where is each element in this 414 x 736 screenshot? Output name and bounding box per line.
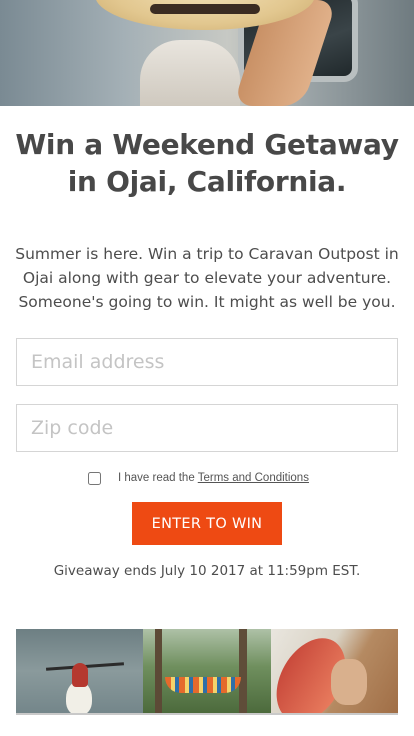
hat-band <box>150 4 260 14</box>
tank-top <box>140 40 240 106</box>
terms-label: I have read the <box>118 472 195 484</box>
canoe-photo <box>271 629 398 713</box>
kayaker <box>72 663 88 687</box>
person-on-dock <box>331 659 367 705</box>
giveaway-deadline: Giveaway ends July 10 2017 at 11:59pm ES… <box>53 563 361 579</box>
hammock-photo <box>143 629 271 713</box>
tree-trunk <box>239 629 247 713</box>
terms-row: I have read the Terms and Conditions <box>88 468 309 488</box>
terms-checkbox[interactable] <box>88 471 101 485</box>
footer-divider <box>16 713 398 715</box>
title-line-1: Win a Weekend Getaway <box>15 128 399 161</box>
zip-field[interactable] <box>16 404 398 452</box>
hero-image <box>0 0 414 106</box>
terms-link[interactable]: Terms and Conditions <box>198 472 309 484</box>
intro-text: Summer is here. Win a trip to Caravan Ou… <box>15 245 399 311</box>
photo-gallery <box>16 629 398 713</box>
enter-to-win-button[interactable]: ENTER TO WIN <box>132 502 282 545</box>
page-title: Win a Weekend Getaway in Ojai, Californi… <box>0 126 414 200</box>
hammock <box>165 677 241 693</box>
kayak-photo <box>16 629 143 713</box>
tree-trunk <box>155 629 162 713</box>
title-line-2: in Ojai, California. <box>67 165 347 198</box>
email-field[interactable] <box>16 338 398 386</box>
